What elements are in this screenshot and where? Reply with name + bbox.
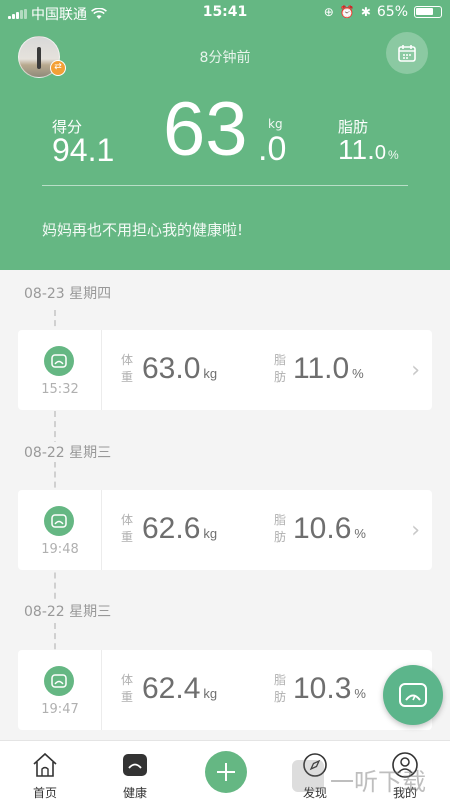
watermark-logo-icon <box>292 760 324 792</box>
scale-icon <box>399 683 427 707</box>
fat-label: 脂肪 <box>273 353 286 384</box>
tab-health[interactable]: 健康 <box>90 741 180 800</box>
record-card[interactable]: 19:48 体重 62.6 kg 脂肪 10.6% › <box>18 490 432 570</box>
watermark-text: 一听下载 <box>330 768 426 796</box>
fat-value: 11.0% <box>338 134 399 165</box>
record-time: 19:48 <box>41 542 79 557</box>
record-time: 19:47 <box>41 702 79 717</box>
weight-label: 体重 <box>120 513 133 544</box>
record-card[interactable]: 15:32 体重 63.0 kg 脂肪 11.0% › <box>18 330 432 410</box>
plus-icon <box>217 763 235 781</box>
chevron-right-icon: › <box>411 518 420 543</box>
weigh-button[interactable] <box>383 665 443 725</box>
chevron-right-icon: › <box>411 358 420 383</box>
fat-label: 脂肪 <box>273 513 286 544</box>
slogan-text: 妈妈再也不用担心我的健康啦! <box>42 221 244 239</box>
weight-label: 体重 <box>120 353 133 384</box>
calendar-button[interactable] <box>386 32 428 74</box>
scale-icon <box>123 754 147 776</box>
weight-label: 体重 <box>120 673 133 704</box>
alarm-icon: ⏰ <box>339 5 355 19</box>
orientation-lock-icon: ⊕ <box>323 5 334 19</box>
weight-value: 63 <box>163 87 248 172</box>
record-weight: 63.0 kg <box>142 352 218 385</box>
scale-icon <box>44 346 74 376</box>
last-updated-text: 8分钟前 <box>199 50 251 66</box>
tab-label: 首页 <box>32 786 57 800</box>
record-weight: 62.6 kg <box>142 512 218 545</box>
add-record-button[interactable] <box>205 751 247 793</box>
date-header: 08-22 星期三 <box>24 601 118 621</box>
battery-icon <box>414 6 442 18</box>
record-card[interactable]: 19:47 体重 62.4 kg 脂肪 10.3% <box>18 650 432 730</box>
record-fat: 10.6% <box>293 512 366 545</box>
tab-home[interactable]: 首页 <box>0 741 90 800</box>
fat-label: 脂肪 <box>273 673 286 704</box>
score-value: 94.1 <box>52 132 115 168</box>
scale-icon <box>44 506 74 536</box>
date-header: 08-22 星期三 <box>24 442 118 462</box>
battery-percent: 65% <box>376 4 408 20</box>
record-weight: 62.4 kg <box>142 672 218 705</box>
home-icon <box>33 752 57 777</box>
weight-decimal: .0 <box>258 130 287 168</box>
bluetooth-icon: ✱ <box>360 5 371 19</box>
tab-label: 健康 <box>122 786 147 800</box>
calendar-icon <box>398 45 416 62</box>
summary-header: 中国联通 15:41 ⊕ ⏰ ✱ 65% ⇄ 8分钟前 得分 94.1 63 k… <box>0 0 450 270</box>
weight-unit: kg <box>268 117 283 131</box>
record-time: 15:32 <box>41 382 79 397</box>
watermark: 一听下载 <box>290 750 450 800</box>
date-header: 08-23 星期四 <box>24 283 118 303</box>
record-fat: 11.0% <box>293 352 364 385</box>
record-fat: 10.3% <box>293 672 366 705</box>
scale-icon <box>44 666 74 696</box>
status-bar: 中国联通 15:41 ⊕ ⏰ ✱ 65% <box>0 0 450 26</box>
header-divider <box>42 185 408 186</box>
